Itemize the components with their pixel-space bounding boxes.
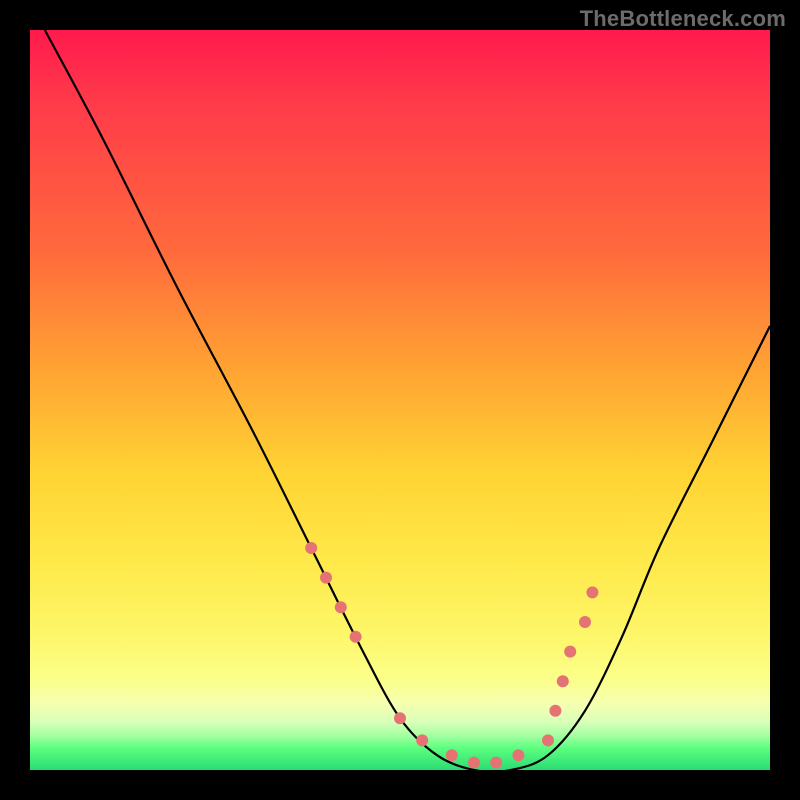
- highlight-dot: [468, 757, 480, 769]
- highlight-dot: [549, 705, 561, 717]
- highlight-dot: [305, 542, 317, 554]
- highlight-dots: [305, 542, 598, 769]
- highlight-dot: [446, 749, 458, 761]
- highlight-dot: [564, 646, 576, 658]
- plot-area: [30, 30, 770, 770]
- highlight-dot: [586, 586, 598, 598]
- highlight-dot: [512, 749, 524, 761]
- curve-svg: [30, 30, 770, 770]
- highlight-dot: [490, 757, 502, 769]
- chart-frame: TheBottleneck.com: [0, 0, 800, 800]
- watermark-text: TheBottleneck.com: [580, 6, 786, 32]
- highlight-dot: [394, 712, 406, 724]
- highlight-dot: [320, 572, 332, 584]
- highlight-dot: [579, 616, 591, 628]
- highlight-dot: [350, 631, 362, 643]
- highlight-dot: [416, 734, 428, 746]
- highlight-dot: [542, 734, 554, 746]
- bottleneck-curve: [45, 30, 770, 770]
- highlight-dot: [335, 601, 347, 613]
- highlight-dot: [557, 675, 569, 687]
